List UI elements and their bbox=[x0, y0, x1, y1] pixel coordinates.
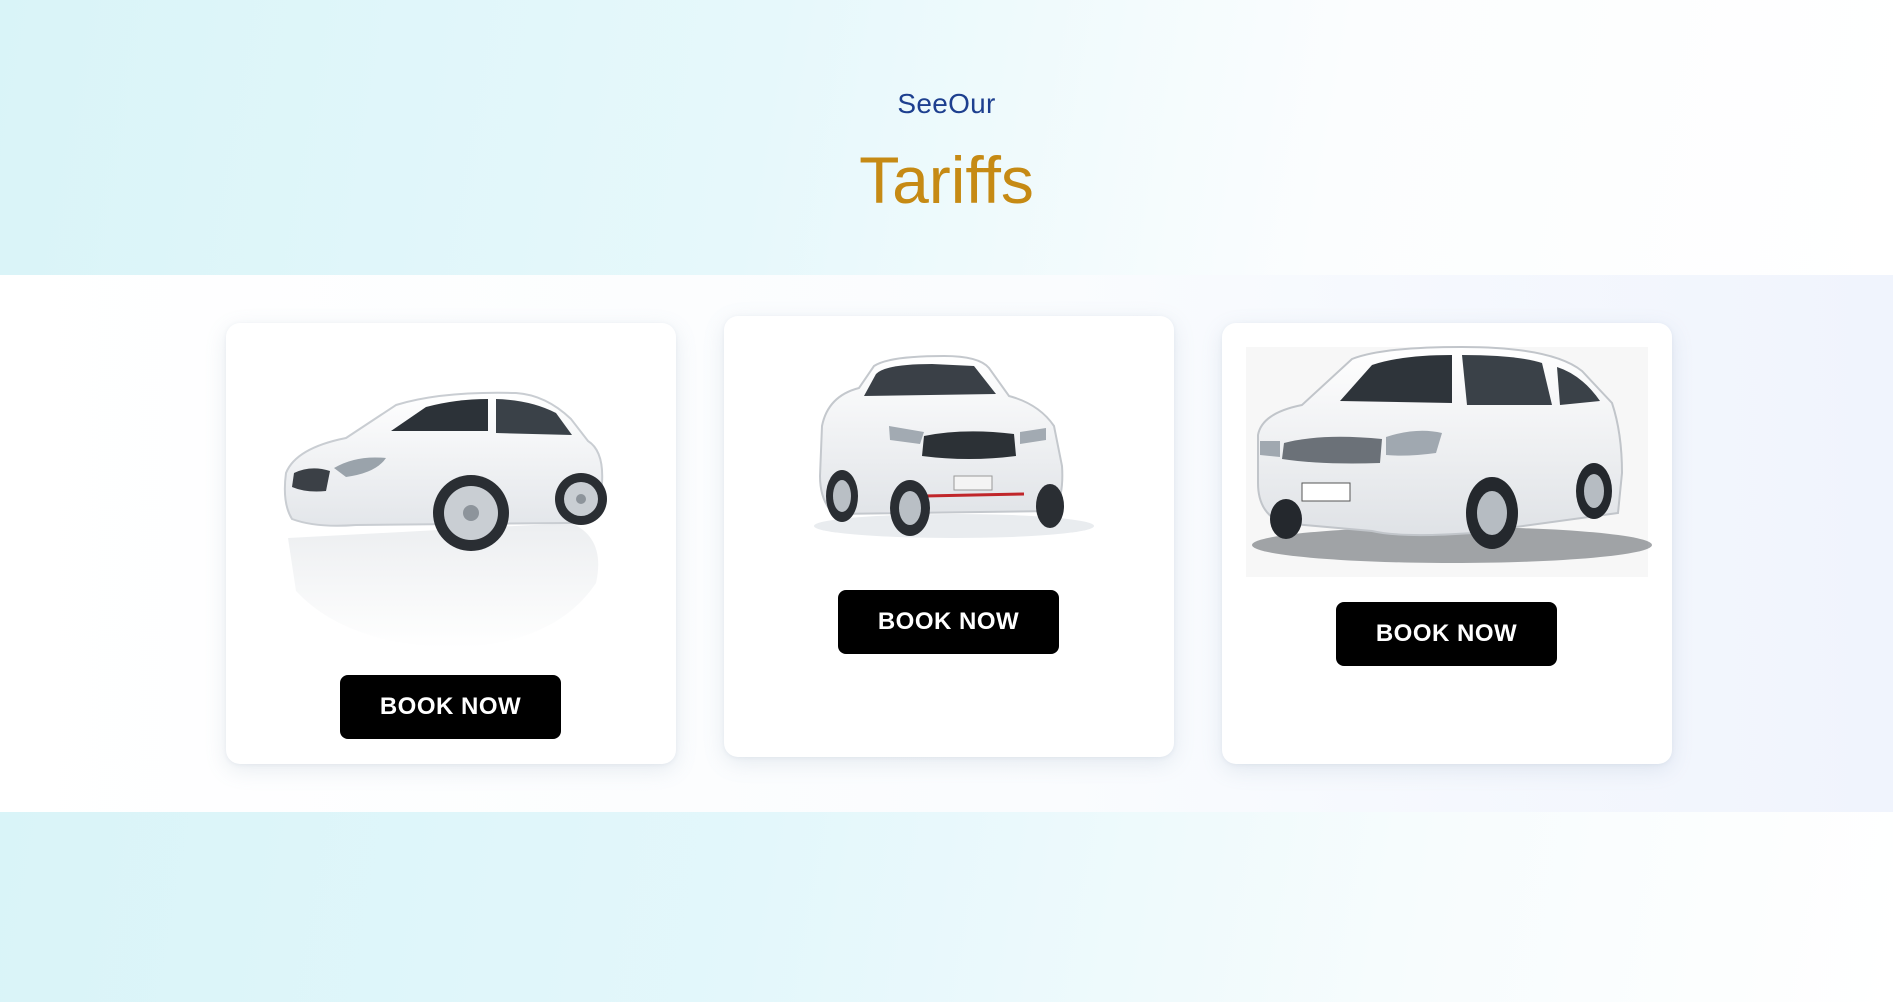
tariffs-page: SeeOur Tariffs BOOK NOW BOOK NOW BOOK NO… bbox=[0, 0, 1893, 1002]
hatchback-car-icon bbox=[283, 391, 607, 648]
tariff-card-3: BOOK NOW bbox=[1222, 323, 1672, 764]
book-now-button[interactable]: BOOK NOW bbox=[838, 590, 1059, 654]
section-eyebrow: SeeOur bbox=[897, 88, 996, 119]
suv-car-icon bbox=[814, 354, 1094, 538]
tariff-card-1: BOOK NOW bbox=[226, 323, 676, 764]
header-background bbox=[0, 0, 1893, 275]
tariff-card-2: BOOK NOW bbox=[724, 316, 1174, 757]
footer-background bbox=[0, 812, 1893, 1002]
book-now-button[interactable]: BOOK NOW bbox=[340, 675, 561, 739]
book-now-button[interactable]: BOOK NOW bbox=[1336, 602, 1557, 666]
section-title: Tariffs bbox=[859, 143, 1034, 217]
mpv-car-icon bbox=[1246, 345, 1652, 577]
